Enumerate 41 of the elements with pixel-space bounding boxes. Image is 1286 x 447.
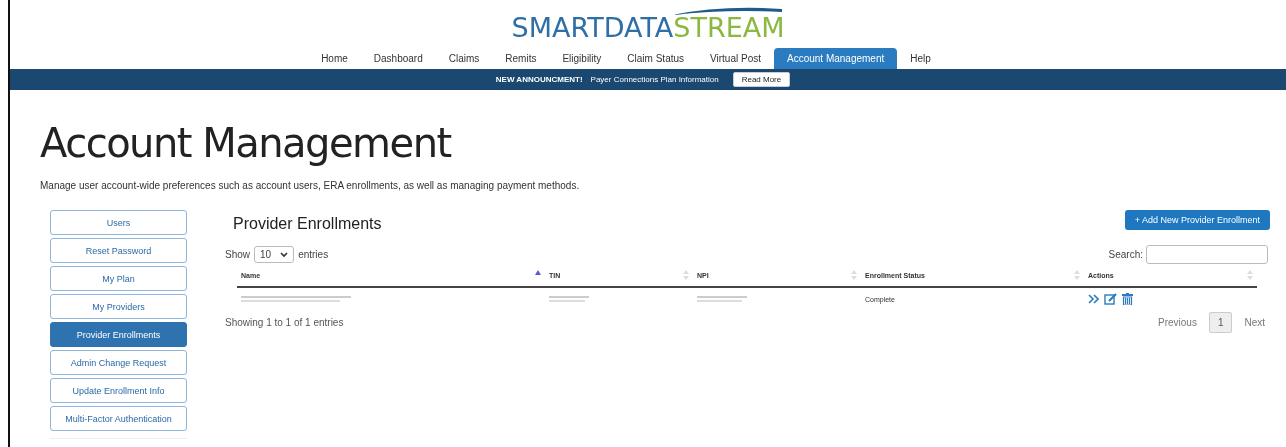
- sidebar-item[interactable]: Multi-Factor Authentication: [50, 406, 187, 431]
- redacted-text-drawing: [697, 294, 747, 303]
- search-label: Search:: [1108, 249, 1143, 260]
- sidebar-item[interactable]: Update Enrollment Info: [50, 378, 187, 403]
- sidebar-item[interactable]: Provider Enrollments: [50, 322, 187, 347]
- trash-icon[interactable]: [1122, 293, 1133, 305]
- add-enrollment-button[interactable]: + Add New Provider Enrollment: [1124, 210, 1270, 230]
- search-field[interactable]: [1146, 245, 1268, 264]
- entries-select[interactable]: 10: [254, 246, 295, 263]
- previous-link[interactable]: Previous: [1154, 317, 1200, 328]
- nav-tab[interactable]: Claim Status: [614, 48, 698, 69]
- nav-tab[interactable]: Help: [897, 48, 944, 69]
- redacted-text-drawing: [549, 294, 589, 303]
- announcement-text: Payer Connections Plan Information: [590, 75, 719, 84]
- nav-tab[interactable]: Dashboard: [360, 48, 436, 69]
- logo-swoosh-icon: [672, 7, 783, 16]
- table-info: Showing 1 to 1 of 1 entries: [225, 317, 344, 328]
- edit-icon[interactable]: [1104, 293, 1117, 305]
- sidebar-item[interactable]: My Providers: [50, 294, 187, 319]
- sidebar-item[interactable]: My Plan: [50, 266, 187, 291]
- nav-tab[interactable]: Account Management: [774, 48, 898, 69]
- nav-tab[interactable]: Remits: [492, 48, 550, 69]
- sidebar-item[interactable]: Users: [50, 210, 187, 235]
- sidebar-item[interactable]: Reset Password: [50, 238, 187, 263]
- announcement-heading: NEW ANNOUNCMENT!: [495, 75, 583, 84]
- page-title: Account Management: [40, 120, 453, 166]
- sidebar-item[interactable]: Admin Change Request: [50, 350, 187, 375]
- chevrons-icon[interactable]: [1088, 294, 1099, 304]
- page-description: Manage user account-wide preferences such as account users, ERA enrollments, as well as managing payment methods.: [40, 180, 581, 191]
- length-label: Show: [225, 249, 250, 260]
- nav-tab[interactable]: Claims: [435, 48, 493, 69]
- nav-tab[interactable]: Eligibility: [549, 48, 615, 69]
- panel-title: Provider Enrollments: [233, 215, 382, 233]
- chevron-down-icon[interactable]: [280, 251, 289, 258]
- read-more-button[interactable]: Read More: [732, 72, 791, 87]
- next-link[interactable]: Next: [1241, 317, 1268, 328]
- nav-tab[interactable]: Virtual Post: [697, 48, 774, 69]
- length-label: entries: [298, 249, 329, 260]
- logo[interactable]: SMARTDATASTREAM: [511, 13, 785, 43]
- nav-tab[interactable]: Home: [308, 48, 361, 69]
- page-button[interactable]: 1: [1208, 312, 1233, 333]
